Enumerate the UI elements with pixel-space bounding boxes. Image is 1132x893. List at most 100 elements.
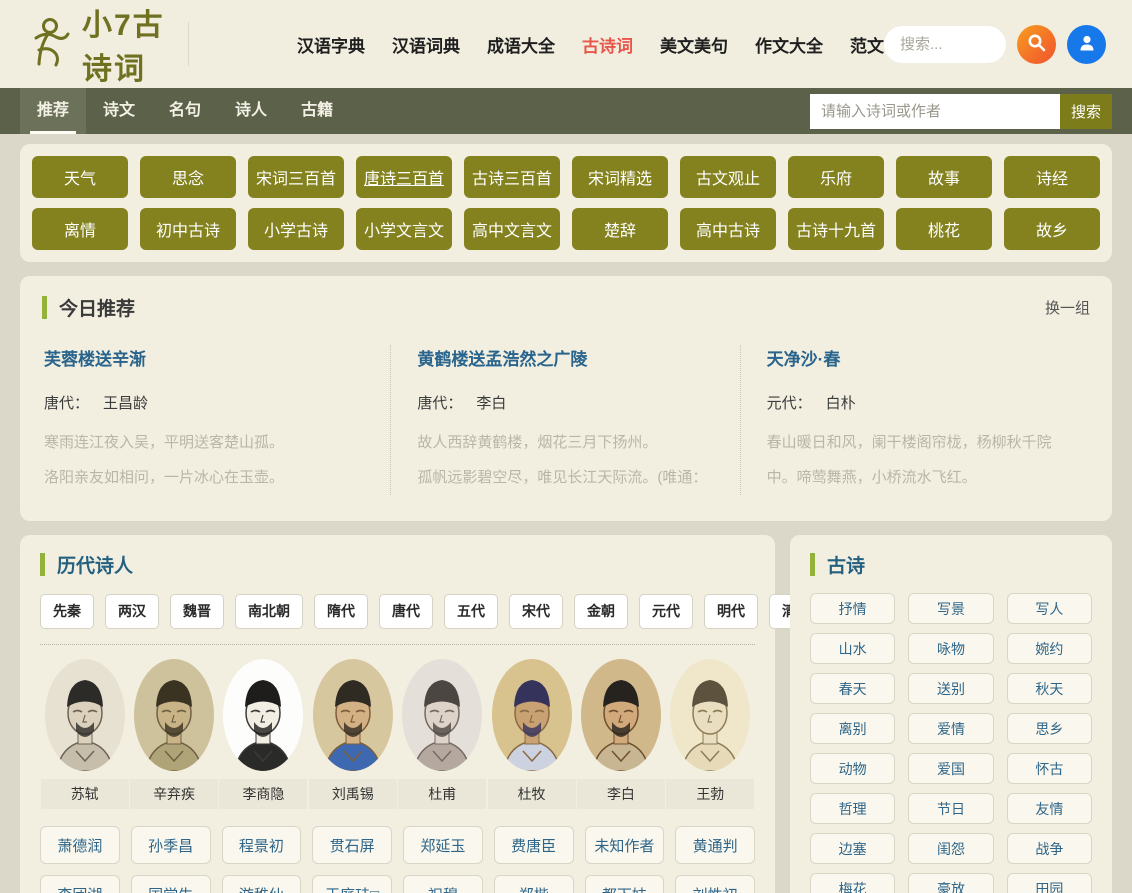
poem-title[interactable]: 芙蓉楼送辛渐: [44, 345, 364, 370]
quick-tag[interactable]: 古诗三百首: [464, 156, 560, 198]
poet-link[interactable]: 李团湖: [40, 875, 120, 893]
era-tab[interactable]: 明代: [704, 594, 758, 629]
quick-tag[interactable]: 小学古诗: [248, 208, 344, 250]
poet-link[interactable]: 祝穆: [403, 875, 483, 893]
poem-tag[interactable]: 写人: [1007, 593, 1092, 624]
top-nav-item[interactable]: 古诗词: [582, 32, 633, 57]
era-tab[interactable]: 宋代: [509, 594, 563, 629]
poet-link[interactable]: 未知作者: [585, 826, 665, 864]
refresh-link[interactable]: 换一组: [1045, 297, 1090, 318]
poem-tag[interactable]: 爱国: [908, 753, 993, 784]
poem-tag[interactable]: 怀古: [1007, 753, 1092, 784]
quick-tag[interactable]: 宋词精选: [572, 156, 668, 198]
poet-link[interactable]: 黄通判: [675, 826, 755, 864]
top-nav-item[interactable]: 成语大全: [487, 32, 555, 57]
poet-portrait[interactable]: 苏轼: [40, 659, 129, 809]
poet-portrait[interactable]: 刘禹锡: [308, 659, 397, 809]
era-tab[interactable]: 先秦: [40, 594, 94, 629]
poet-portrait[interactable]: 辛弃疾: [129, 659, 218, 809]
quick-tag[interactable]: 桃花: [896, 208, 992, 250]
poem-author[interactable]: 白朴: [826, 395, 856, 412]
era-tab[interactable]: 两汉: [105, 594, 159, 629]
era-tab[interactable]: 唐代: [379, 594, 433, 629]
poem-tag[interactable]: 思乡: [1007, 713, 1092, 744]
poem-tag[interactable]: 友情: [1007, 793, 1092, 824]
era-tab[interactable]: 隋代: [314, 594, 368, 629]
top-nav-item[interactable]: 汉语词典: [392, 32, 460, 57]
poem-tag[interactable]: 边塞: [810, 833, 895, 864]
poem-title[interactable]: 黄鹤楼送孟浩然之广陵: [417, 345, 713, 370]
subnav-tab[interactable]: 推荐: [20, 88, 86, 134]
poet-portrait[interactable]: 杜甫: [398, 659, 487, 809]
poem-tag[interactable]: 田园: [1007, 873, 1092, 893]
poet-link[interactable]: 国学生: [131, 875, 211, 893]
poem-tag[interactable]: 哲理: [810, 793, 895, 824]
poem-title[interactable]: 天净沙·春: [767, 345, 1064, 370]
poem-tag[interactable]: 山水: [810, 633, 895, 664]
poem-tag[interactable]: 送别: [908, 673, 993, 704]
quick-tag[interactable]: 天气: [32, 156, 128, 198]
poet-portrait[interactable]: 王勃: [666, 659, 755, 809]
brand-logo[interactable]: 小7古诗词: [26, 0, 166, 88]
top-nav-item[interactable]: 美文美句: [660, 32, 728, 57]
header-search-input[interactable]: [884, 26, 1006, 63]
poet-link[interactable]: 游稚仙: [222, 875, 302, 893]
poem-tag[interactable]: 婉约: [1007, 633, 1092, 664]
poem-tag[interactable]: 战争: [1007, 833, 1092, 864]
top-nav-item[interactable]: 范文: [850, 32, 884, 57]
era-tab[interactable]: 南北朝: [235, 594, 303, 629]
poem-tag[interactable]: 写景: [908, 593, 993, 624]
quick-tag[interactable]: 初中古诗: [140, 208, 236, 250]
poem-author[interactable]: 王昌龄: [103, 395, 148, 412]
quick-tag[interactable]: 诗经: [1004, 156, 1100, 198]
poem-tag[interactable]: 爱情: [908, 713, 993, 744]
subnav-search-input[interactable]: [810, 94, 1060, 129]
quick-tag[interactable]: 故乡: [1004, 208, 1100, 250]
quick-tag[interactable]: 乐府: [788, 156, 884, 198]
subnav-tab[interactable]: 名句: [152, 88, 218, 134]
poet-link[interactable]: 郑楷: [494, 875, 574, 893]
quick-tag[interactable]: 小学文言文: [356, 208, 452, 250]
poet-portrait[interactable]: 杜牧: [487, 659, 576, 809]
top-nav-item[interactable]: 作文大全: [755, 32, 823, 57]
poem-tag[interactable]: 春天: [810, 673, 895, 704]
poem-tag[interactable]: 抒情: [810, 593, 895, 624]
quick-tag[interactable]: 高中文言文: [464, 208, 560, 250]
quick-tag[interactable]: 古诗十九首: [788, 208, 884, 250]
poet-link[interactable]: 都下妓: [585, 875, 665, 893]
header-search-button[interactable]: [1017, 25, 1056, 64]
poet-link[interactable]: 程景初: [222, 826, 302, 864]
poem-tag[interactable]: 离别: [810, 713, 895, 744]
quick-tag[interactable]: 唐诗三百首: [356, 156, 452, 198]
poem-author[interactable]: 李白: [476, 395, 506, 412]
era-tab[interactable]: 五代: [444, 594, 498, 629]
poem-tag[interactable]: 秋天: [1007, 673, 1092, 704]
subnav-tab[interactable]: 诗人: [218, 88, 284, 134]
top-nav-item[interactable]: 汉语字典: [297, 32, 365, 57]
era-tab[interactable]: 元代: [639, 594, 693, 629]
quick-tag[interactable]: 高中古诗: [680, 208, 776, 250]
poem-tag[interactable]: 咏物: [908, 633, 993, 664]
poet-link[interactable]: 孙季昌: [131, 826, 211, 864]
poet-portrait[interactable]: 李商隐: [219, 659, 308, 809]
poem-tag[interactable]: 闺怨: [908, 833, 993, 864]
quick-tag[interactable]: 思念: [140, 156, 236, 198]
poem-tag[interactable]: 豪放: [908, 873, 993, 893]
poet-link[interactable]: 郑延玉: [403, 826, 483, 864]
poem-tag[interactable]: 节日: [908, 793, 993, 824]
poet-link[interactable]: 贯石屏: [312, 826, 392, 864]
poet-link[interactable]: 王庭珪□: [312, 875, 392, 893]
quick-tag[interactable]: 楚辞: [572, 208, 668, 250]
poet-link[interactable]: 刘性初: [675, 875, 755, 893]
subnav-search-button[interactable]: 搜索: [1060, 94, 1112, 129]
era-tab[interactable]: 金朝: [574, 594, 628, 629]
poet-link[interactable]: 萧德润: [40, 826, 120, 864]
poem-tag[interactable]: 动物: [810, 753, 895, 784]
quick-tag[interactable]: 宋词三百首: [248, 156, 344, 198]
poet-portrait[interactable]: 李白: [576, 659, 665, 809]
user-button[interactable]: [1067, 25, 1106, 64]
subnav-tab[interactable]: 古籍: [284, 88, 350, 134]
quick-tag[interactable]: 故事: [896, 156, 992, 198]
poet-link[interactable]: 费唐臣: [494, 826, 574, 864]
quick-tag[interactable]: 离情: [32, 208, 128, 250]
